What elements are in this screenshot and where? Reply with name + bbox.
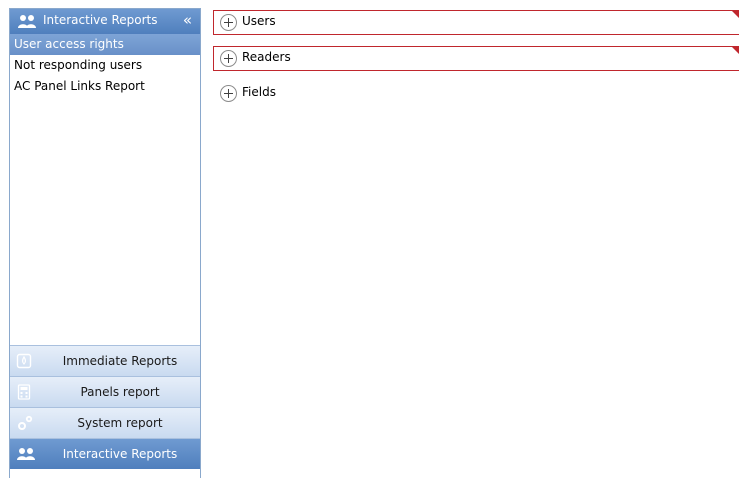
navigation-buttons: Immediate Reports Panels report System r… — [10, 345, 200, 469]
group-label: Fields — [242, 85, 276, 99]
group-users[interactable]: Users — [213, 10, 739, 35]
users-icon — [16, 446, 36, 465]
calculator-icon — [16, 384, 32, 403]
report-item-not-responding-users[interactable]: Not responding users — [10, 55, 200, 76]
document-icon — [16, 353, 32, 372]
expand-icon[interactable] — [220, 50, 237, 67]
expand-icon[interactable] — [220, 14, 237, 31]
nav-system-report[interactable]: System report — [10, 407, 200, 438]
group-label: Users — [242, 14, 276, 28]
sidebar-panel: Interactive Reports « User access rights… — [9, 8, 201, 478]
nav-label: Panels report — [80, 385, 160, 399]
nav-interactive-reports[interactable]: Interactive Reports — [10, 438, 200, 469]
sidebar-title: Interactive Reports — [43, 13, 158, 27]
collapse-icon[interactable]: « — [183, 11, 192, 29]
error-indicator-icon — [732, 11, 739, 18]
expand-icon[interactable] — [220, 85, 237, 102]
report-parameters: Users Readers Fields — [213, 10, 739, 118]
error-indicator-icon — [732, 47, 739, 54]
users-icon — [17, 13, 37, 33]
nav-label: Interactive Reports — [62, 447, 178, 461]
group-fields[interactable]: Fields — [213, 82, 739, 107]
sidebar-header: Interactive Reports « — [10, 9, 200, 34]
group-readers[interactable]: Readers — [213, 46, 739, 71]
report-item-ac-panel-links[interactable]: AC Panel Links Report — [10, 76, 200, 97]
nav-label: Immediate Reports — [62, 354, 178, 368]
report-item-user-access-rights[interactable]: User access rights — [10, 34, 200, 55]
nav-panels-report[interactable]: Panels report — [10, 376, 200, 407]
nav-immediate-reports[interactable]: Immediate Reports — [10, 345, 200, 376]
report-list: User access rights Not responding users … — [10, 34, 200, 97]
group-label: Readers — [242, 50, 291, 64]
nav-label: System report — [77, 416, 163, 430]
gears-icon — [16, 415, 34, 434]
